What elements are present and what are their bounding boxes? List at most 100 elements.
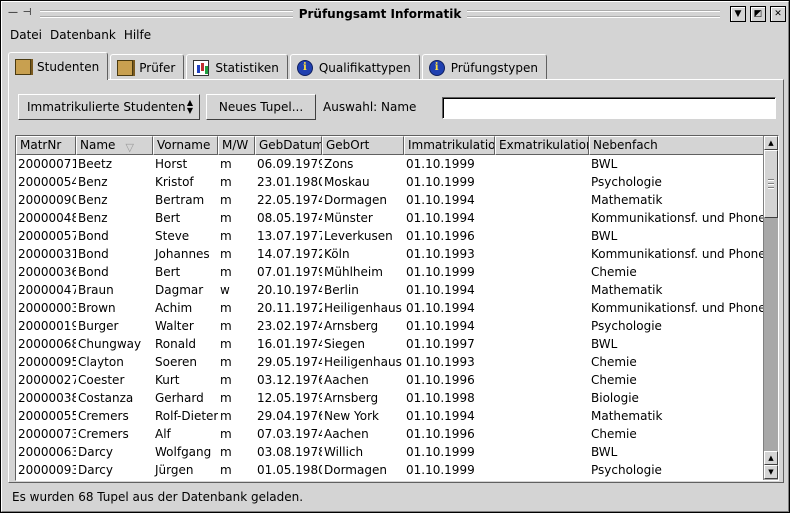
table-cell: Horst [155, 157, 188, 171]
app-window: — ⊣ Prüfungsamt Informatik ▼ ◩ ✕ Datei D… [1, 1, 789, 512]
table-cell: Köln [324, 247, 350, 261]
table-cell: Ronald [155, 337, 197, 351]
table-cell: 01.10.1994 [406, 211, 475, 225]
table-row[interactable]: 20000093 Darcy Jürgen m 01.05.1980 Dormagen 01… [16, 461, 778, 479]
table-cell: 03.08.1978 [257, 445, 322, 459]
select-value: Immatrikulierte Studenten [27, 100, 186, 114]
table-cell: Rolf-Dieter [155, 409, 218, 423]
table-cell: Darcy [78, 445, 113, 459]
menu-datenbank[interactable]: Datenbank [50, 28, 116, 42]
table-cell: 01.10.1997 [406, 337, 475, 351]
arrow-down-icon: ▼ [768, 468, 774, 476]
table-cell [495, 191, 589, 209]
maximize-button[interactable]: ◩ [750, 6, 767, 22]
table-row[interactable]: 20000019 Burger Walter m 23.02.1974 Arnsberg 0… [16, 317, 778, 335]
title-bar[interactable]: — ⊣ Prüfungsamt Informatik ▼ ◩ ✕ [4, 4, 787, 24]
tab-qualifikattypen[interactable]: i Qualifikattypen [289, 54, 420, 80]
table-cell: Cremers [78, 409, 129, 423]
title-grip [467, 10, 721, 18]
table-row[interactable]: 20000057 Bond Steve m 13.07.1977 Leverkusen 01… [16, 227, 778, 245]
column-header-vorname[interactable]: Vorname [153, 136, 218, 155]
tab-label: Qualifikattypen [318, 60, 411, 75]
table-cell: Beetz [78, 157, 113, 171]
tab-statistiken[interactable]: Statistiken [186, 54, 288, 80]
table-row[interactable]: 20000090 Benz Bertram m 22.05.1974 Dormagen 01… [16, 191, 778, 209]
table-row[interactable]: 20000063 Darcy Wolfgang m 03.08.1978 Willich 0… [16, 443, 778, 461]
table-cell [495, 299, 589, 317]
pin-icon[interactable]: ⊣ [21, 7, 33, 21]
table-cell: Cremers [78, 427, 129, 441]
table-cell: New York [324, 409, 379, 423]
column-header-gebdatum[interactable]: GebDatum [255, 136, 322, 155]
table-cell: 01.10.1994 [406, 409, 475, 423]
table-cell: Soeren [155, 355, 197, 369]
table-cell: 20000093 [18, 463, 76, 477]
tab-pruefungstypen[interactable]: i Prüfungstypen [421, 54, 547, 80]
vertical-scrollbar[interactable]: ▲ ▲ ▼ [763, 136, 778, 480]
table-row[interactable]: 20000073 Cremers Alf m 07.03.1974 Aachen 01.10… [16, 425, 778, 443]
table-cell: 20000027 [18, 373, 76, 387]
table-cell: Bertram [155, 193, 205, 207]
table-row[interactable]: 20000038 Costanza Gerhard m 12.05.1979 Arnsbe… [16, 389, 778, 407]
table-row[interactable]: 20000055 Cremers Rolf-Dieter m 29.04.1976 New… [16, 407, 778, 425]
tab-bar: Studenten Prüfer Statistiken i Qualifika… [8, 52, 549, 80]
column-header-mw[interactable]: M/W [218, 136, 255, 155]
table-row[interactable]: 20000071 Beetz Horst m 06.09.1979 Zons 01.10.1… [16, 155, 778, 173]
table-cell [495, 155, 589, 173]
table-cell: Moskau [324, 175, 370, 189]
scrollbar-thumb[interactable] [764, 150, 778, 218]
table-cell: 13.07.1977 [257, 229, 322, 243]
scroll-down-button[interactable]: ▼ [764, 465, 778, 479]
table-row[interactable]: 20000095 Clayton Soeren m 29.05.1974 Heiligen… [16, 353, 778, 371]
name-filter-input[interactable] [442, 97, 776, 119]
column-header-name[interactable]: Name ▽ [76, 136, 153, 155]
table-row[interactable]: 20000027 Coester Kurt m 03.12.1976 Aachen 01.1… [16, 371, 778, 389]
table-cell: Biologie [591, 391, 639, 405]
table-row[interactable]: 20000047 Braun Dagmar w 20.10.1974 Berlin 01.1… [16, 281, 778, 299]
table-cell: Clayton [78, 355, 124, 369]
table-cell: Kommunikationsf. und Phonetik [591, 301, 764, 315]
tab-pruefer[interactable]: Prüfer [110, 54, 185, 80]
window-menu-icon[interactable]: — [7, 7, 19, 21]
table-cell: BWL [591, 445, 618, 459]
table-cell [495, 443, 589, 461]
table-cell: Dormagen [324, 463, 387, 477]
arrow-up-icon: ▲ [768, 454, 774, 462]
table-cell: m [220, 463, 232, 477]
column-header-nebenfach[interactable]: Nebenfach [589, 136, 764, 155]
window-title: Prüfungsamt Informatik [298, 7, 462, 21]
column-header-immatrikulation[interactable]: Immatrikulation [404, 136, 495, 155]
tab-studenten[interactable]: Studenten [8, 52, 109, 80]
table-row[interactable]: 20000003 Brown Achim m 20.11.1972 Heiligenhau… [16, 299, 778, 317]
student-filter-select[interactable]: Immatrikulierte Studenten ▲ ▼ [18, 94, 200, 120]
table-cell: 01.10.1996 [406, 373, 475, 387]
table-row[interactable]: 20000068 Chungway Ronald m 16.01.1974 Siegen 0… [16, 335, 778, 353]
column-header-exmatrikulation[interactable]: Exmatrikulation [495, 136, 589, 155]
new-tuple-button[interactable]: Neues Tupel... [206, 94, 316, 120]
scroll-up-button[interactable]: ▲ [764, 136, 778, 150]
table-cell: Arnsberg [324, 391, 379, 405]
table-cell [495, 173, 589, 191]
table-cell: m [220, 373, 232, 387]
arrow-up-icon: ▲ [768, 139, 774, 147]
table-cell: Gerhard [155, 391, 204, 405]
close-button[interactable]: ✕ [770, 6, 787, 22]
column-header-gebort[interactable]: GebOrt [322, 136, 404, 155]
table-cell: 20000055 [18, 409, 76, 423]
table-cell: 01.10.1998 [406, 391, 475, 405]
table-cell: Braun [78, 283, 114, 297]
table-row[interactable]: 20000048 Benz Bert m 08.05.1974 Münster 01.10.… [16, 209, 778, 227]
menu-hilfe[interactable]: Hilfe [124, 28, 151, 42]
table-cell: Dormagen [324, 193, 387, 207]
column-header-matrnr[interactable]: MatrNr [16, 136, 76, 155]
table-row[interactable]: 20000031 Bond Johannes m 14.07.1972 Köln 01.10… [16, 245, 778, 263]
scroll-up-button-lower[interactable]: ▲ [764, 451, 778, 465]
table-cell [495, 425, 589, 443]
menu-datei[interactable]: Datei [10, 28, 42, 42]
table-row[interactable]: 20000054 Benz Kristof m 23.01.1980 Moskau 01.1… [16, 173, 778, 191]
table-cell: m [220, 445, 232, 459]
minimize-button[interactable]: ▼ [730, 6, 747, 22]
table-header: MatrNr Name ▽ Vorname M/W GebDatum GebOrt… [16, 136, 778, 155]
table-cell: Psychologie [591, 463, 662, 477]
table-row[interactable]: 20000036 Bond Bert m 07.01.1979 Mühlheim 01.10… [16, 263, 778, 281]
